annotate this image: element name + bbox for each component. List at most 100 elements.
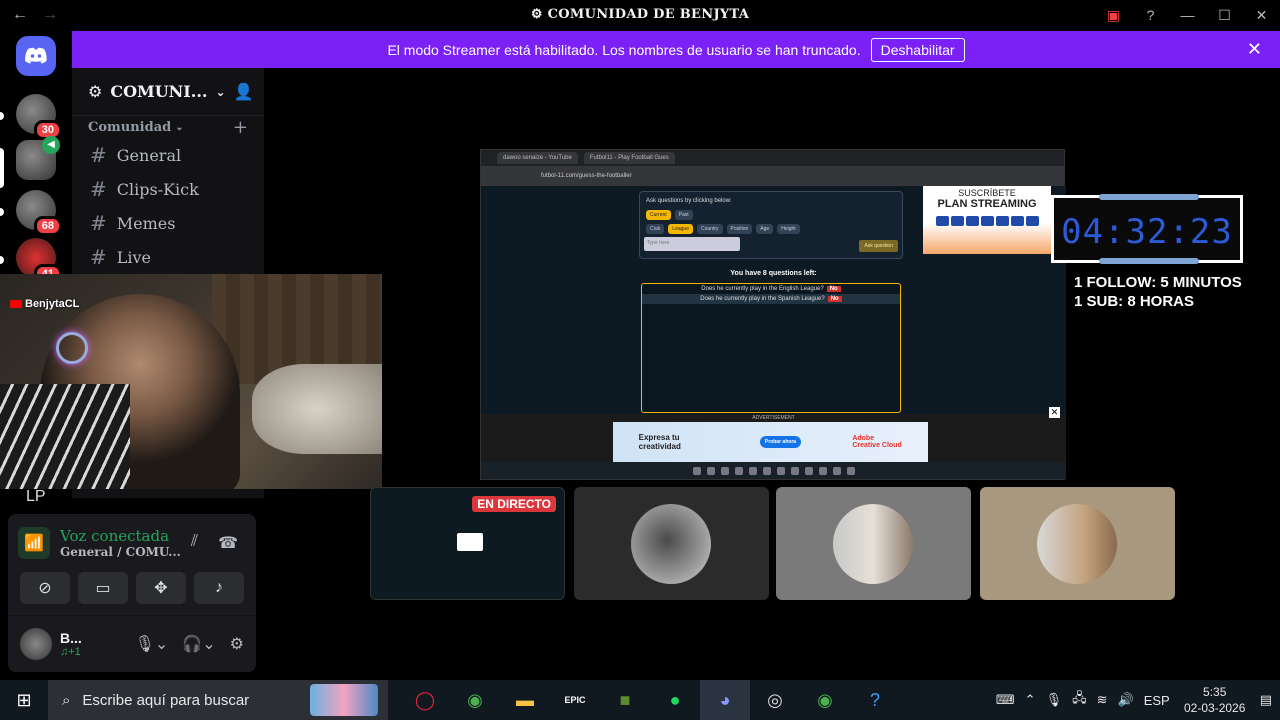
user-status: ♫+1 <box>60 646 81 658</box>
server-header[interactable]: ⚙ COMUNI... ⌄ 👤 <box>72 68 264 116</box>
unread-pill <box>0 112 4 120</box>
category-header[interactable]: Comunidad ⌄ + <box>72 116 264 138</box>
maximize-button[interactable]: ☐ <box>1206 7 1243 24</box>
help-icon[interactable]: ? <box>1132 7 1169 23</box>
unread-pill <box>0 256 4 264</box>
answer-row: Does he currently play in the Spanish Le… <box>642 294 900 304</box>
question-prompt: Ask questions by clicking below: <box>646 198 732 204</box>
channel-live[interactable]: # Live <box>72 240 264 274</box>
minimize-button[interactable]: — <box>1169 7 1206 23</box>
system-tray: ⌨ ⌃ 🎙 🖧 ≋ 🔊 ESP 5:35 02-03-2026 ▤ <box>996 684 1280 716</box>
keyboard-icon[interactable]: ⌨ <box>996 692 1015 708</box>
channel-memes[interactable]: # Memes <box>72 206 264 240</box>
voice-speaker-icon: ◀ <box>42 136 60 154</box>
streamer-mode-banner: El modo Streamer está habilitado. Los no… <box>72 31 1280 68</box>
notifications-icon[interactable]: ▤ <box>1260 692 1272 708</box>
epic-games-icon[interactable]: EPIC <box>550 680 600 720</box>
jacket <box>0 384 130 489</box>
camera-off-button[interactable]: ⊘ <box>20 572 70 604</box>
settings-gear-icon[interactable]: ⚙ <box>230 634 244 654</box>
follow-line: 1 FOLLOW: 5 MINUTOS <box>1074 274 1242 291</box>
help-icon[interactable]: ? <box>850 680 900 720</box>
chip: Height <box>777 224 800 234</box>
server-emblem-icon: ⚙ <box>530 7 548 22</box>
monitor-icon <box>457 533 483 551</box>
timer-digits: 04:32:23 <box>1061 212 1233 252</box>
title-bar: ← → ⚙ COMUNIDAD DE BENJYTA ▣ ? — ☐ ✕ <box>0 0 1280 30</box>
noise-suppression-icon[interactable]: ⫽ <box>191 533 198 553</box>
file-explorer-icon[interactable]: ▬ <box>500 680 550 720</box>
wifi-icon[interactable]: ≋ <box>1097 692 1108 708</box>
channel-general[interactable]: # General <box>72 138 264 172</box>
payment-logos <box>923 216 1051 226</box>
disconnect-icon[interactable]: ☎ <box>218 533 238 553</box>
close-button[interactable]: ✕ <box>1243 7 1280 24</box>
question-panel: Ask questions by clicking below: Current… <box>639 191 903 259</box>
unread-pill <box>0 208 4 216</box>
participant-tile[interactable] <box>776 487 971 600</box>
add-channel-icon[interactable]: + <box>233 117 248 138</box>
chevron-down-icon: ⌄ <box>175 121 184 133</box>
server-emblem-icon: ⚙ <box>88 83 103 101</box>
obs-icon[interactable]: ◎ <box>750 680 800 720</box>
voice-status: Voz conectada <box>60 527 170 545</box>
banner-close-icon[interactable]: ✕ <box>1247 39 1262 60</box>
server-icon[interactable]: ◀ <box>16 136 60 180</box>
language-indicator[interactable]: ESP <box>1144 693 1170 708</box>
windows-start-icon[interactable]: ⊞ <box>0 690 48 711</box>
chip: Past <box>674 210 693 220</box>
plan-line: PLAN STREAMING <box>937 198 1037 210</box>
chip: Position <box>726 224 753 234</box>
headphones-icon <box>56 332 88 364</box>
server-icon[interactable]: 41 <box>16 238 62 284</box>
browser-tab: dawoo senaize - YouTube <box>497 152 578 164</box>
subathon-timer: 04:32:23 <box>1051 194 1243 264</box>
microphone-icon[interactable]: 🎙 <box>1046 692 1063 708</box>
chrome-icon[interactable]: ◉ <box>800 680 850 720</box>
stream-tile[interactable]: EN DIRECTO <box>370 487 565 600</box>
screen-share-button[interactable]: ▭ <box>78 572 128 604</box>
soundboard-button[interactable]: ♪ <box>194 572 244 604</box>
banner-message: El modo Streamer está habilitado. Los no… <box>387 41 861 58</box>
server-icon[interactable]: 30 <box>16 94 62 140</box>
volume-icon[interactable]: 🔊 <box>1118 692 1134 708</box>
server-icon[interactable]: 68 <box>16 190 62 236</box>
chip: Current <box>646 210 671 220</box>
taskbar-search[interactable]: ⌕ Escribe aquí para buscar <box>48 680 388 720</box>
username: B... <box>60 630 82 646</box>
participant-tile[interactable] <box>980 487 1175 600</box>
voice-channel[interactable]: General / COMU... <box>60 545 181 559</box>
microphone-icon[interactable]: 🎙⌄ <box>135 634 169 654</box>
window-title: ⚙ COMUNIDAD DE BENJYTA <box>530 7 750 22</box>
signal-icon[interactable]: 📶 <box>18 527 50 559</box>
avatar <box>631 504 711 584</box>
webcam-feed: BenjytaCL <box>0 274 382 489</box>
inbox-icon[interactable]: ▣ <box>1095 7 1132 24</box>
avatar[interactable] <box>20 628 52 660</box>
stream-viewer[interactable]: dawoo senaize - YouTube Futbol11 - Play … <box>480 149 1066 480</box>
clock-date: 02-03-2026 <box>1184 701 1246 715</box>
stream-taskbar <box>481 462 1066 479</box>
discord-home-icon[interactable] <box>16 36 56 76</box>
channel-label: General <box>116 145 182 165</box>
chip: Age <box>756 224 774 234</box>
add-member-icon[interactable]: 👤 <box>234 82 254 102</box>
activities-button[interactable]: ✥ <box>136 572 186 604</box>
server-name: COMUNI... <box>110 82 208 101</box>
network-icon[interactable]: 🖧 <box>1072 689 1087 711</box>
subscribe-line: SUSCRÍBETE <box>958 188 1016 198</box>
discord-taskbar-icon[interactable]: ◕ <box>700 680 750 720</box>
answer-list: Does he currently play in the English Le… <box>641 283 901 413</box>
disable-button[interactable]: Deshabilitar <box>870 37 965 62</box>
opera-icon[interactable]: ◯ <box>400 680 450 720</box>
lp-label: LP <box>26 488 46 505</box>
clock[interactable]: 5:35 02-03-2026 <box>1180 684 1250 716</box>
chevron-up-icon[interactable]: ⌃ <box>1025 692 1036 708</box>
spotify-icon[interactable]: ● <box>650 680 700 720</box>
channel-clips-kick[interactable]: # Clips-Kick <box>72 172 264 206</box>
chrome-icon[interactable]: ◉ <box>450 680 500 720</box>
participant-tile[interactable] <box>574 487 769 600</box>
headphones-icon[interactable]: 🎧⌄ <box>182 634 215 654</box>
text-channel-icon: # <box>90 177 107 201</box>
minecraft-icon[interactable]: ■ <box>600 680 650 720</box>
